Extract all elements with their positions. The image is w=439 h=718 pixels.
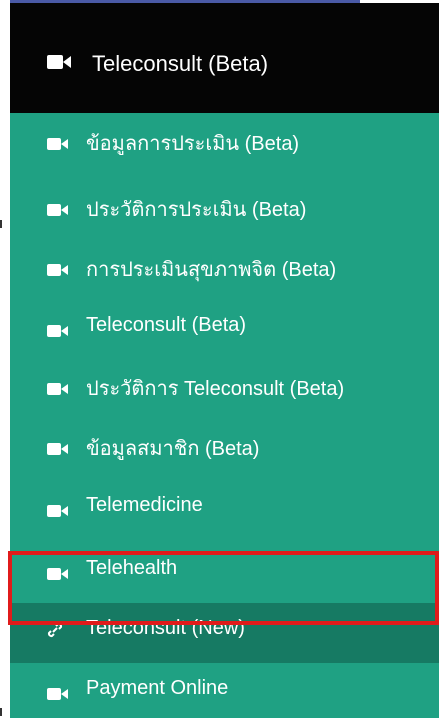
video-camera-icon [47, 199, 68, 222]
menu-item-label: Teleconsult (New) [86, 617, 245, 639]
menu-item-teleconsult-beta[interactable]: Teleconsult (Beta) [10, 300, 439, 356]
video-camera-icon [47, 320, 68, 343]
video-camera-icon [47, 259, 68, 282]
menu-item-label: ประวัติการประเมิน (Beta) [86, 199, 307, 221]
link-icon [47, 622, 63, 638]
left-edge-mark [0, 708, 2, 716]
menu-item-label: ข้อมูลการประเมิน (Beta) [86, 133, 300, 155]
video-camera-icon [47, 133, 68, 156]
video-camera-icon [47, 563, 68, 586]
menu-item-telemedicine[interactable]: Telemedicine [10, 480, 439, 536]
menu-item-telehealth[interactable]: Telehealth [10, 543, 439, 599]
menu-item-assessment-history[interactable]: ประวัติการประเมิน (Beta) [10, 179, 439, 235]
menu-item-label: ประวัติการ Teleconsult (Beta) [86, 378, 345, 400]
menu-item-teleconsult-new[interactable]: Teleconsult (New) [10, 603, 439, 663]
video-camera-icon [47, 500, 68, 523]
menu-item-member-info[interactable]: ข้อมูลสมาชิก (Beta) [10, 418, 439, 474]
sidebar-menu: Teleconsult (Beta) ข้อมูลการประเมิน (Bet… [10, 3, 439, 718]
menu-item-label: Payment Online [86, 677, 229, 699]
menu-item-teleconsult-history[interactable]: ประวัติการ Teleconsult (Beta) [10, 358, 439, 414]
menu-item-label: Telehealth [86, 557, 178, 579]
video-camera-icon [47, 438, 68, 461]
left-edge-mark [0, 220, 2, 228]
menu-item-label: ข้อมูลสมาชิก (Beta) [86, 438, 260, 460]
video-camera-icon [47, 378, 68, 401]
video-camera-icon [47, 683, 68, 706]
video-camera-icon [47, 55, 71, 74]
menu-item-payment-online[interactable]: Payment Online [10, 663, 439, 718]
menu-item-label: Teleconsult (Beta) [86, 314, 247, 336]
menu-item-label: Telemedicine [86, 494, 203, 516]
menu-header-title: Teleconsult (Beta) [92, 51, 269, 76]
menu-item-label: การประเมินสุขภาพจิต (Beta) [86, 259, 337, 281]
menu-item-assessment-info[interactable]: ข้อมูลการประเมิน (Beta) [10, 113, 439, 169]
app-window: Teleconsult (Beta) ข้อมูลการประเมิน (Bet… [0, 0, 439, 718]
menu-header[interactable]: Teleconsult (Beta) [10, 3, 439, 113]
menu-item-mental-health-assessment[interactable]: การประเมินสุขภาพจิต (Beta) [10, 239, 439, 295]
